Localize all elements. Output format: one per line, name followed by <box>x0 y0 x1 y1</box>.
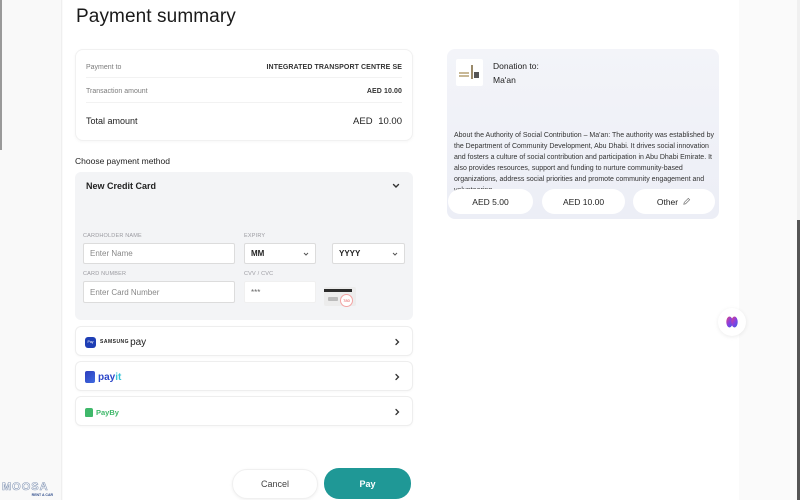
transaction-amount-row: Transaction amount AED 10.00 <box>86 81 402 103</box>
expiry-label: EXPIRY <box>244 233 266 239</box>
transaction-amount-label: Transaction amount <box>86 88 148 95</box>
donation-amount-10-button[interactable]: AED 10.00 <box>542 189 625 214</box>
pay-button[interactable]: Pay <box>324 468 411 499</box>
cardholder-name-label: CARDHOLDER NAME <box>83 233 142 239</box>
expiry-month-value: MM <box>251 249 265 258</box>
new-credit-card-header[interactable]: New Credit Card <box>86 181 156 191</box>
chevron-right-icon <box>395 373 400 381</box>
donation-other-label: Other <box>656 196 679 207</box>
donation-other-button[interactable]: Other <box>633 189 715 214</box>
chevron-right-icon <box>395 338 400 346</box>
samsung-pay-icon: Pay <box>85 336 96 348</box>
payit-brand: payit <box>98 372 121 383</box>
donation-amount-5-button[interactable]: AED 5.00 <box>448 189 533 214</box>
chevron-right-icon <box>395 408 400 416</box>
watermark-brand: MOOSA <box>2 481 49 493</box>
cvv-hint-card-icon: 780 <box>324 287 356 307</box>
chevron-down-icon <box>392 252 398 256</box>
payment-option-payit[interactable]: payit <box>75 361 413 391</box>
card-number-input[interactable]: Enter Card Number <box>83 281 235 303</box>
cvv-label: CVV / CVC <box>244 271 274 277</box>
cardholder-name-input[interactable]: Enter Name <box>83 243 235 264</box>
cvv-input[interactable]: *** <box>244 281 316 303</box>
expiry-year-value: YYYY <box>339 249 361 258</box>
transaction-amount-value: AED 10.00 <box>366 88 402 95</box>
payment-to-label: Payment to <box>86 64 122 71</box>
payby-brand: PayBy <box>96 407 119 417</box>
assistant-floating-button[interactable] <box>718 308 746 336</box>
samsung-pay-logo: Pay SAMSUNG pay <box>85 334 146 350</box>
watermark-sub: RENT A CAR <box>31 493 53 497</box>
payby-logo: PayBy <box>85 404 119 420</box>
total-amount-label: Total amount <box>86 116 138 126</box>
expiry-month-select[interactable]: MM <box>244 243 316 264</box>
payit-brand-accent: it <box>115 371 122 383</box>
new-credit-card-panel: New Credit Card CARDHOLDER NAME Enter Na… <box>75 172 413 320</box>
left-gutter <box>0 0 62 500</box>
payby-icon <box>85 407 93 417</box>
payment-option-payby[interactable]: PayBy <box>75 396 413 426</box>
chevron-down-icon[interactable] <box>391 181 401 191</box>
donation-title: Donation to: <box>493 61 539 71</box>
total-amount-row: Total amount AED 10.00 <box>86 110 402 132</box>
payment-summary-card: Payment to INTEGRATED TRANSPORT CENTRE S… <box>75 49 413 141</box>
pencil-icon <box>683 197 691 205</box>
samsung-pay-brand-small: SAMSUNG <box>100 339 130 345</box>
payment-to-row: Payment to INTEGRATED TRANSPORT CENTRE S… <box>86 58 402 78</box>
maan-logo <box>456 59 483 86</box>
chevron-down-icon <box>303 252 309 256</box>
cvv-hint-badge: 780 <box>340 294 353 307</box>
choose-payment-method-label: Choose payment method <box>75 156 170 166</box>
watermark-logo: MOOSA RENT A CAR <box>2 481 57 497</box>
expiry-year-select[interactable]: YYYY <box>332 243 405 264</box>
payit-icon <box>85 371 95 383</box>
payit-logo: payit <box>85 369 121 385</box>
payit-brand-main: pay <box>98 371 116 383</box>
page: Payment summary Payment to INTEGRATED TR… <box>0 0 800 500</box>
payment-option-samsung-pay[interactable]: Pay SAMSUNG pay <box>75 326 413 356</box>
payment-to-value: INTEGRATED TRANSPORT CENTRE SE <box>266 64 402 71</box>
samsung-pay-brand-big: pay <box>130 336 147 348</box>
donation-description: About the Authority of Social Contributi… <box>454 132 714 194</box>
donation-recipient: Ma'an <box>493 75 516 85</box>
cancel-button[interactable]: Cancel <box>232 469 318 499</box>
card-number-label: CARD NUMBER <box>83 271 127 277</box>
page-title: Payment summary <box>76 6 236 27</box>
assistant-icon <box>726 316 738 328</box>
total-amount-value: AED 10.00 <box>353 115 402 127</box>
